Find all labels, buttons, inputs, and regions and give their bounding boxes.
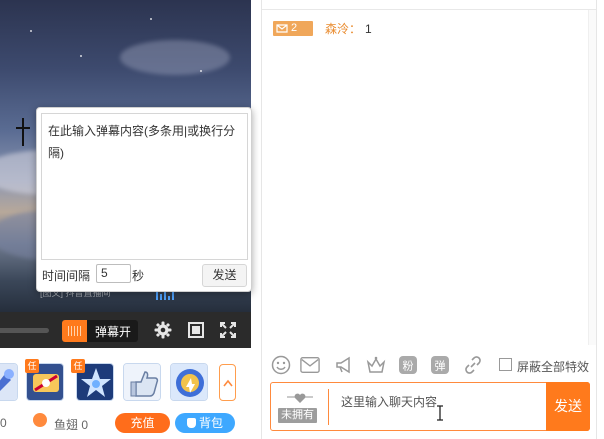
utility-pole xyxy=(22,118,24,146)
video-star xyxy=(80,55,82,57)
input-divider xyxy=(328,389,329,425)
level-icon xyxy=(276,24,288,33)
interval-input[interactable]: 5 xyxy=(96,264,131,283)
gift-more-button[interactable] xyxy=(219,364,236,401)
fullscreen-expand-icon[interactable] xyxy=(218,320,238,340)
chat-toolbar: 粉 弹 屏蔽全部特效 xyxy=(262,352,596,378)
video-star xyxy=(30,30,32,32)
danmu-send-button[interactable]: 发送 xyxy=(202,264,247,287)
danmu-input-popup: 在此输入弹幕内容(多条用|或换行分隔) 时间间隔 5 秒 发送 xyxy=(36,107,252,292)
utility-pole-arm xyxy=(16,127,30,129)
danmu-toggle[interactable]: 弹幕开 xyxy=(62,320,138,342)
interval-unit: 秒 xyxy=(132,269,145,283)
link-icon[interactable] xyxy=(463,355,483,375)
chat-divider xyxy=(262,9,596,10)
shield-effects-label: 屏蔽全部特效 xyxy=(517,360,590,374)
fish-fin-icon xyxy=(33,413,47,427)
chat-scrollbar[interactable] xyxy=(588,10,596,345)
player-control-bar: 弹幕开 xyxy=(0,312,251,348)
backpack-label: 背包 xyxy=(198,416,223,430)
gift-tag: 任 xyxy=(71,359,85,373)
volume-slider[interactable] xyxy=(0,328,49,333)
chat-message: 2 森泠： 1 xyxy=(273,20,372,37)
shield-effects-checkbox[interactable] xyxy=(499,358,512,371)
chat-input-box: 未拥有 这里输入聊天内容 发送 xyxy=(270,382,590,431)
emoji-icon[interactable] xyxy=(271,355,291,375)
recharge-button[interactable]: 充值 xyxy=(115,413,170,433)
message-username[interactable]: 森泠： xyxy=(325,20,361,37)
svg-text:粉: 粉 xyxy=(403,360,414,373)
gear-icon[interactable] xyxy=(153,320,173,340)
danmu-badge-icon[interactable]: 弹 xyxy=(430,355,450,375)
chevron-up-icon xyxy=(222,379,233,386)
video-cloud xyxy=(120,40,230,75)
text-cursor-icon xyxy=(437,405,443,421)
mail-icon[interactable] xyxy=(300,355,320,375)
gold-count: 0 xyxy=(0,416,7,430)
video-star xyxy=(200,70,202,72)
fullscreen-window-icon[interactable] xyxy=(186,320,206,340)
bag-icon xyxy=(186,418,196,428)
app-root: [图文] 抖音直播间 在此输入弹幕内容(多条用|或换行分隔) 时间间隔 5 秒 … xyxy=(0,0,604,439)
unowned-tag: 未拥有 xyxy=(278,408,317,423)
gift-item[interactable] xyxy=(123,363,161,401)
crown-icon[interactable] xyxy=(366,355,386,375)
gift-tag: 任 xyxy=(25,359,39,373)
heart-medal-icon xyxy=(287,393,313,403)
svg-text:弹: 弹 xyxy=(435,359,446,373)
danmu-toggle-label: 弹幕开 xyxy=(95,325,132,339)
video-star xyxy=(150,18,152,20)
chat-input[interactable]: 这里输入聊天内容 xyxy=(341,393,437,410)
backpack-button[interactable]: 背包 xyxy=(175,413,235,433)
message-text: 1 xyxy=(365,21,372,36)
danmu-switch-icon xyxy=(62,320,87,342)
fish-fin-balance: 鱼翅 0 xyxy=(54,418,89,432)
gift-item[interactable] xyxy=(0,363,18,401)
megaphone-icon[interactable] xyxy=(334,355,354,375)
level-number: 2 xyxy=(291,22,298,34)
interval-label: 时间间隔 xyxy=(42,269,91,283)
fan-badge-icon[interactable]: 粉 xyxy=(398,355,418,375)
unowned-medal[interactable]: 未拥有 xyxy=(271,383,327,430)
chat-panel: 2 森泠： 1 粉 弹 屏蔽全部特效 未拥有 这里输入聊天内容 发送 xyxy=(261,0,597,439)
gift-item[interactable] xyxy=(170,363,208,401)
level-badge: 2 xyxy=(273,21,313,36)
danmu-textarea[interactable]: 在此输入弹幕内容(多条用|或换行分隔) xyxy=(41,113,248,260)
chat-send-button[interactable]: 发送 xyxy=(546,382,590,431)
